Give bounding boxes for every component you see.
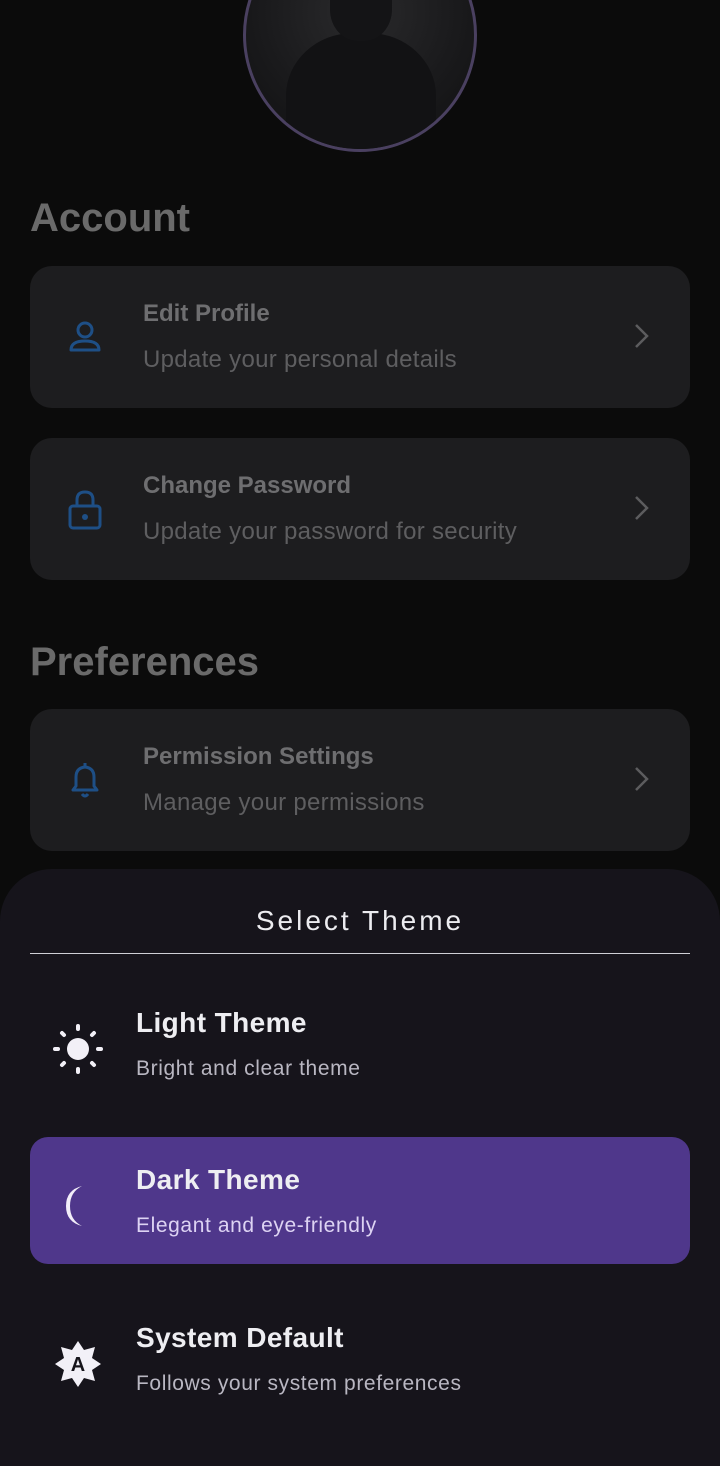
edit-profile-card[interactable]: Edit Profile Update your personal detail… (30, 266, 690, 408)
bell-icon (71, 763, 99, 798)
light-theme-subtitle: Bright and clear theme (136, 1057, 361, 1080)
change-password-title: Change Password (143, 472, 352, 499)
account-section-title: Account (30, 196, 190, 240)
permission-settings-subtitle: Manage your permissions (143, 789, 425, 816)
chevron-right-icon (635, 324, 649, 348)
theme-option-light[interactable]: Light Theme Bright and clear theme (30, 980, 690, 1107)
svg-text:A: A (71, 1354, 85, 1376)
chevron-right-icon (635, 767, 649, 791)
avatar-figure-body (286, 33, 436, 149)
permission-settings-title: Permission Settings (143, 743, 374, 770)
sheet-title: Select Theme (255, 905, 465, 936)
light-theme-title: Light Theme (136, 1007, 307, 1038)
theme-option-dark[interactable]: Dark Theme Elegant and eye-friendly (30, 1137, 690, 1264)
change-password-subtitle: Update your password for security (143, 518, 518, 545)
permission-settings-card[interactable]: Permission Settings Manage your permissi… (30, 709, 690, 851)
sun-icon (53, 1024, 103, 1074)
chevron-right-icon (635, 496, 649, 520)
preferences-section-title: Preferences (30, 640, 260, 684)
sheet-divider (30, 953, 690, 954)
theme-option-system[interactable]: A System Default Follows your system pre… (30, 1295, 690, 1422)
system-default-subtitle: Follows your system preferences (136, 1372, 462, 1395)
profile-avatar[interactable] (243, 0, 477, 152)
lock-icon (68, 490, 102, 530)
theme-bottom-sheet: Select Theme Light Theme Bright and clea… (0, 869, 720, 1466)
dark-theme-subtitle: Elegant and eye-friendly (136, 1214, 377, 1237)
system-default-title: System Default (136, 1322, 344, 1353)
person-icon (69, 321, 101, 352)
moon-icon (66, 1186, 82, 1226)
dark-theme-title: Dark Theme (136, 1164, 301, 1195)
change-password-card[interactable]: Change Password Update your password for… (30, 438, 690, 580)
edit-profile-subtitle: Update your personal details (143, 346, 457, 373)
auto-brightness-icon: A (55, 1341, 101, 1387)
edit-profile-title: Edit Profile (143, 300, 270, 327)
